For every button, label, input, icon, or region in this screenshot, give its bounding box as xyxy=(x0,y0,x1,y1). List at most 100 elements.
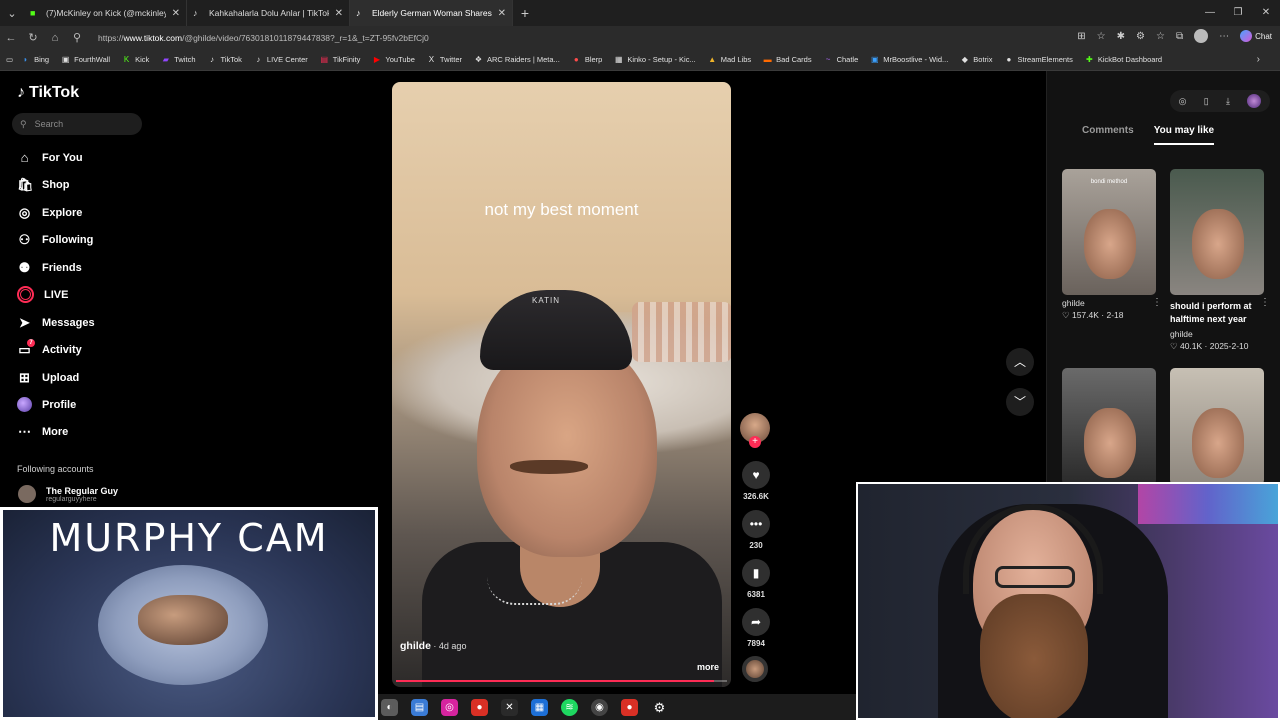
tab-actions-icon[interactable]: ⌄ xyxy=(0,0,24,26)
bookmark-item[interactable]: ● StreamElements xyxy=(1004,55,1073,64)
app-available-icon[interactable]: ⊞ xyxy=(1077,31,1085,42)
like-button[interactable]: ♥ 326.6K xyxy=(740,461,772,501)
close-tab-icon[interactable]: ✕ xyxy=(498,8,506,19)
share-button[interactable]: ➦ 7894 xyxy=(740,608,772,648)
nav-item-explore[interactable]: ◎ Explore xyxy=(17,205,83,220)
nav-item-live[interactable]: LIVE xyxy=(17,286,68,303)
video-player[interactable]: KATIN not my best moment ghilde · 4d ago… xyxy=(392,82,731,687)
close-tab-icon[interactable]: ✕ xyxy=(172,8,180,19)
bookmark-item[interactable]: ~ Chatle xyxy=(824,55,859,64)
profile-avatar[interactable] xyxy=(1247,94,1262,108)
next-video-icon[interactable]: ﹀ xyxy=(1006,388,1034,416)
download-icon[interactable]: ⤓ xyxy=(1226,96,1230,107)
search-input[interactable]: ⚲ Search xyxy=(12,113,142,135)
bookmark-item[interactable]: K Kick xyxy=(122,55,149,64)
recommended-video-card[interactable]: bondi method ⋮ ghilde ♡ 157.4K · 2-18 xyxy=(1062,169,1162,321)
bookmark-item[interactable]: ▦ Kinko - Setup - Kic... xyxy=(614,55,696,64)
following-account-item[interactable]: The Regular Guy regularguyyhere xyxy=(18,485,118,503)
video-progress-bar[interactable] xyxy=(396,680,727,682)
recommended-video-card[interactable]: ⋮ should i perform at halftime next year… xyxy=(1170,169,1270,352)
taskbar: ◐ ▤ ◎ ● ✕ ▦ ≋ ◉ ● ⚙ xyxy=(378,694,856,720)
site-info-icon[interactable]: ⚲ xyxy=(66,31,88,44)
nav-item-for-you[interactable]: ⌂ For You xyxy=(17,150,83,165)
more-button[interactable]: more xyxy=(697,662,719,672)
record-icon-2[interactable]: ● xyxy=(621,698,638,716)
url-field[interactable]: https://www.tiktok.com/@ghilde/video/763… xyxy=(92,29,1082,47)
following-accounts-heading: Following accounts xyxy=(17,464,94,474)
chevron-right-icon[interactable]: › xyxy=(1257,54,1260,65)
new-tab-button[interactable]: + xyxy=(513,5,537,21)
close-window-icon[interactable]: ✕ xyxy=(1252,0,1280,26)
nav-item-more[interactable]: ⋯ More xyxy=(17,424,68,439)
bookmark-item[interactable]: ✚ KickBot Dashboard xyxy=(1085,55,1162,64)
favorite-star-icon[interactable]: ☆ xyxy=(1097,31,1106,42)
nav-item-friends[interactable]: ⚉ Friends xyxy=(17,260,82,275)
phone-icon[interactable]: ▯ xyxy=(1204,96,1209,107)
collections-icon[interactable]: ⧉ xyxy=(1176,31,1183,42)
app-icon-4[interactable]: ▦ xyxy=(531,698,548,716)
sound-disc[interactable] xyxy=(742,656,768,682)
close-tab-icon[interactable]: ✕ xyxy=(335,8,343,19)
extension-icon[interactable]: ⚙ xyxy=(1136,31,1145,42)
bookmark-item[interactable]: ◆ Botrix xyxy=(960,55,993,64)
minimize-icon[interactable]: — xyxy=(1196,0,1224,26)
spotify-icon[interactable]: ≋ xyxy=(561,698,578,716)
bookmark-item[interactable]: ♪ LIVE Center xyxy=(254,55,307,64)
bookmark-item[interactable]: ▲ Mad Libs xyxy=(708,55,751,64)
tiktok-logo[interactable]: ♪ TikTok xyxy=(17,84,79,102)
nav-item-messages[interactable]: ➤ Messages xyxy=(17,315,95,330)
bookmark-item[interactable]: ◗ Bing xyxy=(21,55,49,64)
video-subject-face xyxy=(477,337,657,557)
tab-comments[interactable]: Comments xyxy=(1082,125,1134,145)
bookmark-item[interactable]: ▰ Twitch xyxy=(161,55,196,64)
nav-item-activity[interactable]: ▭ 7 Activity xyxy=(17,339,82,357)
tiktok-sidebar: ♪ TikTok ⚲ Search ⌂ For You 🛍 Shop ◎ Explore … xyxy=(0,71,170,511)
video-author[interactable]: ghilde · 4d ago xyxy=(400,640,466,652)
more-options-icon[interactable]: ⋮ xyxy=(1260,297,1270,308)
recommended-video-card[interactable] xyxy=(1062,368,1156,485)
bookmark-item[interactable]: ❖ ARC Raiders | Meta... xyxy=(474,55,560,64)
comment-button[interactable]: ••• 230 xyxy=(740,510,772,550)
bookmark-item[interactable]: ♪ TikTok xyxy=(208,55,242,64)
more-options-icon[interactable]: ⋮ xyxy=(1152,297,1162,308)
follow-plus-icon[interactable]: + xyxy=(749,436,761,448)
compass-icon[interactable]: ◎ xyxy=(1179,96,1187,107)
bookmark-item[interactable]: ▬ Bad Cards xyxy=(763,55,812,64)
browser-tab-active[interactable]: ♪ Elderly German Woman Shares Be ✕ xyxy=(350,0,513,26)
bookmark-item[interactable]: ▣ FourthWall xyxy=(61,55,110,64)
app-icon-3[interactable]: ✕ xyxy=(501,698,518,716)
bookmark-item[interactable]: ▶ YouTube xyxy=(372,55,415,64)
settings-icon[interactable]: ⚙ xyxy=(651,698,668,716)
previous-video-icon[interactable]: ︿ xyxy=(1006,348,1034,376)
nav-item-following[interactable]: ⚇ Following xyxy=(17,232,94,247)
record-icon-1[interactable]: ● xyxy=(471,698,488,716)
bookmark-menu-icon[interactable]: ▭ xyxy=(6,55,13,64)
kick-icon: K xyxy=(123,55,130,64)
copilot-chat-button[interactable]: Chat xyxy=(1240,30,1272,42)
nav-item-profile[interactable]: Profile xyxy=(17,397,76,412)
app-icon-1[interactable]: ◐ xyxy=(381,698,398,716)
profile-avatar[interactable] xyxy=(1194,29,1209,43)
browser-tab[interactable]: ♪ Kahkahalarla Dolu Anlar | TikTok ✕ xyxy=(187,0,350,26)
bookmark-item[interactable]: ● Blerp xyxy=(572,55,602,64)
bookmark-item[interactable]: ▣ MrBoostlive - Wid... xyxy=(870,55,948,64)
reload-icon[interactable]: ↻ xyxy=(22,31,44,44)
browser-tab[interactable]: ■ (7)McKinley on Kick (@mckinley.tv ✕ xyxy=(24,0,187,26)
home-icon[interactable]: ⌂ xyxy=(44,32,66,44)
favorites-icon[interactable]: ☆ xyxy=(1156,31,1165,42)
back-icon[interactable]: ← xyxy=(0,32,22,44)
extensions-icon[interactable]: ✱ xyxy=(1117,31,1125,42)
bookmark-item[interactable]: X Twitter xyxy=(427,55,462,64)
obs-icon[interactable]: ◉ xyxy=(591,698,608,716)
save-button[interactable]: ▮ 6381 xyxy=(740,559,772,599)
nav-item-upload[interactable]: ⊞ Upload xyxy=(17,370,79,385)
tab-you-may-like[interactable]: You may like xyxy=(1153,125,1215,145)
maximize-icon[interactable]: ❐ xyxy=(1224,0,1252,26)
instagram-icon[interactable]: ◎ xyxy=(441,698,458,716)
bookmark-item[interactable]: ▤ TikFinity xyxy=(320,55,361,64)
tiktok-icon: ♪ xyxy=(256,55,261,64)
app-icon-2[interactable]: ▤ xyxy=(411,698,428,716)
recommended-video-card[interactable] xyxy=(1170,368,1264,485)
nav-item-shop[interactable]: 🛍 Shop xyxy=(17,177,70,192)
menu-dots-icon[interactable]: ⋯ xyxy=(1219,31,1229,42)
